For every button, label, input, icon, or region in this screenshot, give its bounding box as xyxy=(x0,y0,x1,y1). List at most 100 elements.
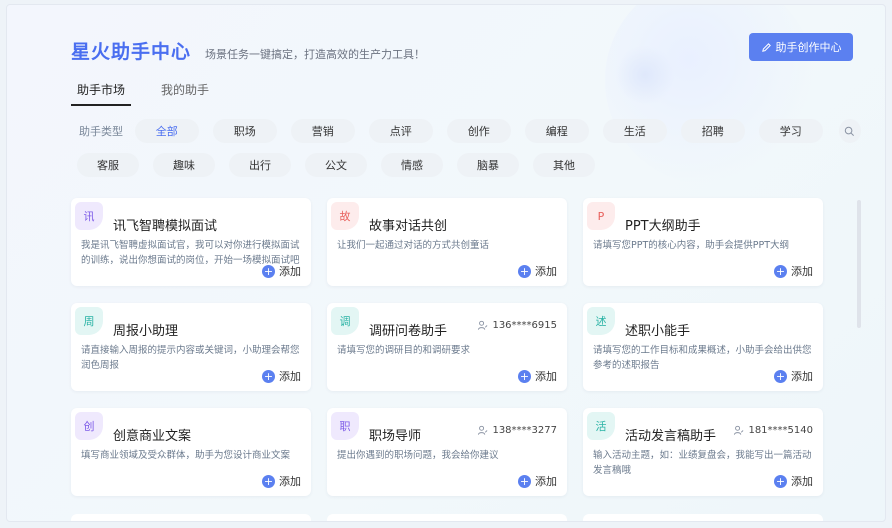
add-label: 添加 xyxy=(279,475,301,488)
user-icon xyxy=(478,320,488,330)
plus-icon: + xyxy=(518,264,531,278)
tab-my-assistants[interactable]: 我的助手 xyxy=(155,77,215,106)
next-row-cards-peek xyxy=(71,514,849,521)
search-button[interactable] xyxy=(838,119,861,143)
plus-icon: + xyxy=(774,474,787,488)
filter-chip[interactable]: 出行 xyxy=(229,153,291,177)
user-icon xyxy=(478,425,488,435)
add-button[interactable]: + 添加 xyxy=(774,473,813,489)
assistant-card[interactable]: 讯讯飞智聘模拟面试 我是讯飞智聘虚拟面试官，我可以对你进行模拟面试的训练，说出你想… xyxy=(71,198,311,286)
filter-chip[interactable]: 其他 xyxy=(533,153,595,177)
filter-chip[interactable]: 职场 xyxy=(212,119,277,143)
plus-icon: + xyxy=(262,474,275,488)
assistant-grid: 讯讯飞智聘模拟面试 我是讯飞智聘虚拟面试官，我可以对你进行模拟面试的训练，说出你想… xyxy=(71,198,849,496)
add-button[interactable]: + 添加 xyxy=(518,368,557,384)
card-author-label: 181****5140 xyxy=(748,425,813,436)
card-title: 活动发言稿助手 xyxy=(625,429,717,444)
filter-chip[interactable]: 招聘 xyxy=(680,119,745,143)
card-title: 调研问卷助手 xyxy=(369,324,448,339)
assistant-card[interactable]: 活活动发言稿助手 181****5140 输入活动主题，如：业绩复盘会，我能写出一篇… xyxy=(583,408,823,496)
card-badge: 讯 xyxy=(75,202,103,230)
tab-bar: 助手市场 我的助手 xyxy=(71,77,215,106)
add-label: 添加 xyxy=(535,370,557,383)
add-label: 添加 xyxy=(535,475,557,488)
search-icon xyxy=(845,126,855,136)
card-author-label: 138****3277 xyxy=(492,425,557,436)
assistant-card[interactable]: 创创意商业文案填写商业领域及受众群体，助手为您设计商业文案 + 添加 xyxy=(71,408,311,496)
filter-chip[interactable]: 公文 xyxy=(305,153,367,177)
filter-chip[interactable]: 学习 xyxy=(758,119,823,143)
add-button[interactable]: + 添加 xyxy=(262,473,301,489)
assistant-card[interactable]: P PPT大纲助手请填写您PPT的核心内容，助手会提供PPT大纲 + 添加 xyxy=(583,198,823,286)
card-description: 填写商业领域及受众群体，助手为您设计商业文案 xyxy=(81,450,291,461)
card-badge: 创 xyxy=(75,412,103,440)
assistant-card[interactable]: 故故事对话共创让我们一起通过对话的方式共创童话 + 添加 xyxy=(327,198,567,286)
page-header: 星火助手中心 场景任务一键搞定，打造高效的生产力工具！ xyxy=(71,37,425,64)
filter-chip[interactable]: 生活 xyxy=(602,119,667,143)
add-button[interactable]: + 添加 xyxy=(774,368,813,384)
create-center-button[interactable]: 助手创作中心 xyxy=(749,33,853,61)
plus-icon: + xyxy=(518,474,531,488)
plus-icon: + xyxy=(262,369,275,383)
app-frame: 星火助手中心 场景任务一键搞定，打造高效的生产力工具！ 助手创作中心 助手市场 … xyxy=(6,4,886,522)
card-description: 提出你遇到的职场问题，我会给你建议 xyxy=(337,450,499,461)
card-badge: 周 xyxy=(75,307,103,335)
card-description: 请填写您PPT的核心内容，助手会提供PPT大纲 xyxy=(593,240,790,251)
card-title: 职场导师 xyxy=(369,429,422,444)
filter-row-1: 助手类型 全部 职场 营销 点评 创作 编程 生活 招聘 学习 xyxy=(71,118,861,144)
add-label: 添加 xyxy=(791,370,813,383)
filter-chip[interactable]: 客服 xyxy=(77,153,139,177)
card-title: 周报小助理 xyxy=(113,324,179,339)
add-button[interactable]: + 添加 xyxy=(262,263,301,279)
card-title: 讯飞智聘模拟面试 xyxy=(113,219,218,234)
filter-chip[interactable]: 趣味 xyxy=(153,153,215,177)
add-button[interactable]: + 添加 xyxy=(518,263,557,279)
card-description: 让我们一起通过对话的方式共创童话 xyxy=(337,240,490,251)
add-label: 添加 xyxy=(791,475,813,488)
background-decoration-small xyxy=(615,45,675,105)
card-author: 138****3277 xyxy=(477,425,557,436)
card-title: PPT大纲助手 xyxy=(625,219,701,234)
card-title: 述职小能手 xyxy=(625,324,691,339)
card-author-label: 136****6915 xyxy=(492,320,557,331)
filter-chip[interactable]: 脑暴 xyxy=(457,153,519,177)
card-author: 136****6915 xyxy=(477,320,557,331)
filter-label: 助手类型 xyxy=(79,125,123,138)
card-author: 181****5140 xyxy=(733,425,813,436)
add-button[interactable]: + 添加 xyxy=(774,263,813,279)
add-button[interactable]: + 添加 xyxy=(518,473,557,489)
tab-market[interactable]: 助手市场 xyxy=(71,77,132,106)
assistant-card[interactable]: 述述职小能手 请填写您的工作目标和成果概述，小助手会给出供您参考的述职报告 + 添加 xyxy=(583,303,823,391)
add-label: 添加 xyxy=(535,265,557,278)
filter-chip[interactable]: 编程 xyxy=(524,119,589,143)
pencil-icon xyxy=(761,42,771,52)
add-label: 添加 xyxy=(279,370,301,383)
card-badge: 调 xyxy=(331,307,359,335)
assistant-card[interactable]: 职职场导师 138****3277 提出你遇到的职场问题，我会给你建议 + 添加 xyxy=(327,408,567,496)
card-title: 故事对话共创 xyxy=(369,219,448,234)
page-title: 星火助手中心 xyxy=(71,41,192,63)
filter-chip[interactable]: 全部 xyxy=(134,119,199,143)
category-filters: 助手类型 全部 职场 营销 点评 创作 编程 生活 招聘 学习 客服 趣味 出行 公文 情感 脑暴 其他 xyxy=(71,118,861,178)
add-label: 添加 xyxy=(279,265,301,278)
filter-chip[interactable]: 情感 xyxy=(381,153,443,177)
plus-icon: + xyxy=(774,264,787,278)
page-subtitle: 场景任务一键搞定，打造高效的生产力工具！ xyxy=(205,48,426,61)
plus-icon: + xyxy=(518,369,531,383)
card-title: 创意商业文案 xyxy=(113,429,192,444)
filter-chip[interactable]: 点评 xyxy=(368,119,433,143)
user-icon xyxy=(734,425,744,435)
assistant-card[interactable]: 周周报小助理 请直接输入周报的提示内容或关键词，小助理会帮您润色周报 + 添加 xyxy=(71,303,311,391)
card-badge: P xyxy=(587,202,615,230)
card-badge: 职 xyxy=(331,412,359,440)
plus-icon: + xyxy=(774,369,787,383)
scrollbar[interactable] xyxy=(857,200,861,328)
add-button[interactable]: + 添加 xyxy=(262,368,301,384)
filter-row-2: 客服 趣味 出行 公文 情感 脑暴 其他 xyxy=(71,152,861,178)
assistant-card[interactable]: 调调研问卷助手 136****6915 请填写您的调研目的和调研要求 + 添加 xyxy=(327,303,567,391)
create-center-label: 助手创作中心 xyxy=(775,41,842,54)
card-badge: 述 xyxy=(587,307,615,335)
card-badge: 故 xyxy=(331,202,359,230)
filter-chip[interactable]: 创作 xyxy=(446,119,511,143)
filter-chip[interactable]: 营销 xyxy=(290,119,355,143)
